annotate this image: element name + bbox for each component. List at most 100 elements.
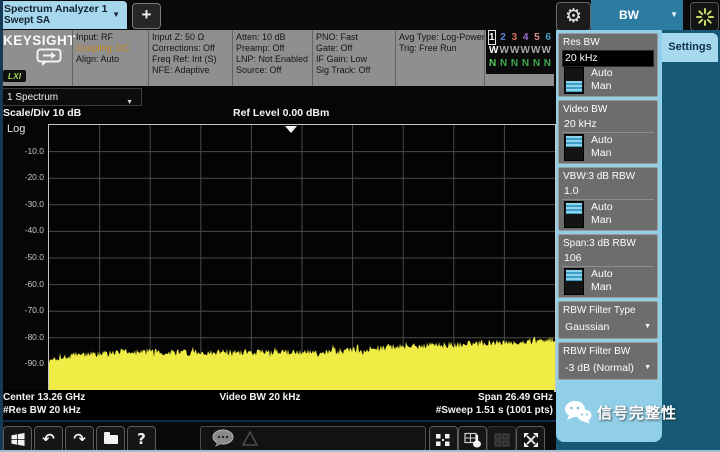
redo-icon: ↷ (73, 432, 86, 447)
trace-detector[interactable]: N (533, 57, 540, 70)
rbw-filter-type-dropdown[interactable]: Gaussian ▼ (562, 319, 654, 335)
help-icon: ? (137, 432, 146, 447)
scale-div-control[interactable]: Scale/Div 10 dB (3, 107, 81, 119)
trace-number[interactable]: 4 (523, 31, 529, 44)
status-col-inputz[interactable]: Input Z: 50 Ω Corrections: Off Freq Ref:… (152, 32, 217, 76)
help-button[interactable]: ? (127, 426, 156, 452)
top-tab-bar: Spectrum Analyzer 1 Swept SA ▼ + ⚙ BW ▼ (0, 0, 720, 30)
grid-icon (494, 433, 510, 447)
trace-detector[interactable]: N (544, 57, 551, 70)
grid-layout-button[interactable] (487, 426, 516, 452)
tab-spectrum-analyzer[interactable]: Spectrum Analyzer 1 Swept SA ▼ (0, 1, 127, 29)
trace-detector[interactable]: N (511, 57, 518, 70)
vbw-rbw-auto-man-toggle[interactable] (564, 201, 584, 228)
video-bw-auto-man-toggle[interactable] (564, 134, 584, 161)
chevron-down-icon: ▼ (644, 364, 651, 371)
fullscreen-button[interactable] (516, 426, 545, 452)
lxi-badge: LXI (3, 70, 26, 82)
trace-detector[interactable]: N (489, 57, 496, 70)
menu-block-rbw-filter-bw: RBW Filter BW -3 dB (Normal) ▼ (558, 342, 658, 380)
video-bw-value[interactable]: 20 kHz (562, 117, 654, 133)
chevron-down-icon: ▼ (670, 10, 678, 19)
gear-icon: ⚙ (565, 5, 582, 27)
arrange-windows-button[interactable] (429, 426, 458, 452)
status-preamp: Preamp: Off (236, 43, 308, 54)
y-tick-label: -90.0 (0, 358, 44, 368)
system-settings-button[interactable]: ⚙ (556, 2, 591, 31)
trace-type[interactable]: W (531, 44, 540, 57)
video-bw-annotation[interactable]: Video BW 20 kHz (140, 392, 380, 403)
status-align: Align: Auto (76, 54, 130, 65)
menu-block-rbw-filter-type: RBW Filter Type Gaussian ▼ (558, 301, 658, 339)
trace-detector[interactable]: N (522, 57, 529, 70)
undo-button[interactable]: ↶ (34, 426, 63, 452)
message-bubble-icon (211, 428, 271, 449)
res-bw-auto-man-toggle[interactable] (564, 67, 584, 94)
sweep-annotation[interactable]: #Sweep 1.51 s (1001 pts) (436, 405, 553, 416)
trace-status-grid[interactable]: 123456WWWWWWNNNNNN (486, 30, 554, 74)
bw-menu-title-button[interactable]: BW ▼ (591, 0, 683, 30)
window-selector-dropdown[interactable]: 1 Spectrum ▼ (0, 88, 142, 106)
trace-number[interactable]: 6 (545, 31, 551, 44)
rbw-filter-type-label: RBW Filter Type (559, 302, 657, 316)
span-rbw-label: Span:3 dB RBW (559, 235, 657, 249)
undo-icon: ↶ (42, 432, 55, 447)
trace-type[interactable]: W (542, 44, 551, 57)
windows-start-button[interactable] (3, 426, 32, 452)
trace-detector[interactable]: N (500, 57, 507, 70)
status-nfe: NFE: Adaptive (152, 65, 217, 76)
y-tick-label: -60.0 (0, 279, 44, 289)
span-rbw-value[interactable]: 106 (562, 251, 654, 267)
center-freq-annotation[interactable]: Center 13.26 GHz (3, 392, 85, 403)
trace-type[interactable]: W (510, 44, 519, 57)
status-bar: KEYSIGHT LXI Input: RF Coupling: DC Alig… (0, 30, 554, 86)
y-tick-label: -80.0 (0, 332, 44, 342)
watermark-text: 信号完整性 (597, 402, 677, 423)
menu-block-vbw-rbw-ratio: VBW:3 dB RBW 1.0 Auto Man (558, 167, 658, 231)
trace-number[interactable]: 3 (512, 31, 518, 44)
trace-number[interactable]: 5 (534, 31, 540, 44)
trace-type[interactable]: W (489, 44, 498, 57)
touch-select-button[interactable] (458, 426, 487, 452)
rbw-filter-bw-value: -3 dB (Normal) (565, 362, 634, 374)
status-coupling: Coupling: DC (76, 43, 130, 54)
remote-message-bubble-icon (36, 48, 64, 68)
spectrum-analyzer-screen: Spectrum Analyzer 1 Swept SA ▼ + ⚙ BW ▼ … (0, 0, 720, 452)
tab-settings[interactable]: Settings (662, 33, 718, 62)
spectrum-plot[interactable] (48, 124, 556, 392)
bottom-toolbar: ↶ ↷ ? (0, 420, 556, 452)
trace-number[interactable]: 1 (489, 31, 495, 44)
trace-type-row: WWWWWW (489, 44, 551, 57)
add-tab-button[interactable]: + (132, 3, 161, 29)
redo-button[interactable]: ↷ (65, 426, 94, 452)
man-label: Man (591, 80, 613, 93)
ref-level-control[interactable]: Ref Level 0.00 dBm (233, 107, 329, 119)
res-bw-annotation[interactable]: #Res BW 20 kHz (3, 405, 81, 416)
message-bar-button[interactable] (200, 426, 426, 451)
trace-number[interactable]: 2 (500, 31, 506, 44)
file-button[interactable] (96, 426, 125, 452)
status-col-pno[interactable]: PNO: Fast Gate: Off IF Gain: Low Sig Tra… (316, 32, 370, 76)
status-avgtype: Avg Type: Log-Power (399, 32, 485, 43)
bw-menu-label: BW (591, 8, 667, 22)
status-col-input[interactable]: Input: RF Coupling: DC Align: Auto (76, 32, 130, 65)
screen-left-edge (0, 0, 3, 452)
trace-type[interactable]: W (521, 44, 530, 57)
status-ifgain: IF Gain: Low (316, 54, 370, 65)
trace-type[interactable]: W (500, 44, 509, 57)
trace-number-row: 123456 (489, 31, 551, 44)
span-annotation[interactable]: Span 26.49 GHz (478, 392, 553, 403)
status-source: Source: Off (236, 65, 308, 76)
status-col-avg[interactable]: Avg Type: Log-Power Trig: Free Run (399, 32, 485, 54)
status-col-atten[interactable]: Atten: 10 dB Preamp: Off LNP: Not Enable… (236, 32, 308, 76)
span-rbw-auto-man-toggle[interactable] (564, 268, 584, 295)
trace-detector-row: NNNNNN (489, 57, 551, 70)
ref-level-marker-icon[interactable] (285, 126, 297, 133)
spinner-icon (695, 7, 715, 27)
auto-label: Auto (591, 134, 613, 147)
vbw-rbw-value[interactable]: 1.0 (562, 184, 654, 200)
chevron-down-icon: ▼ (126, 94, 133, 111)
arrange-windows-icon (435, 433, 452, 447)
res-bw-value[interactable]: 20 kHz (562, 50, 654, 67)
rbw-filter-bw-dropdown[interactable]: -3 dB (Normal) ▼ (562, 360, 654, 376)
